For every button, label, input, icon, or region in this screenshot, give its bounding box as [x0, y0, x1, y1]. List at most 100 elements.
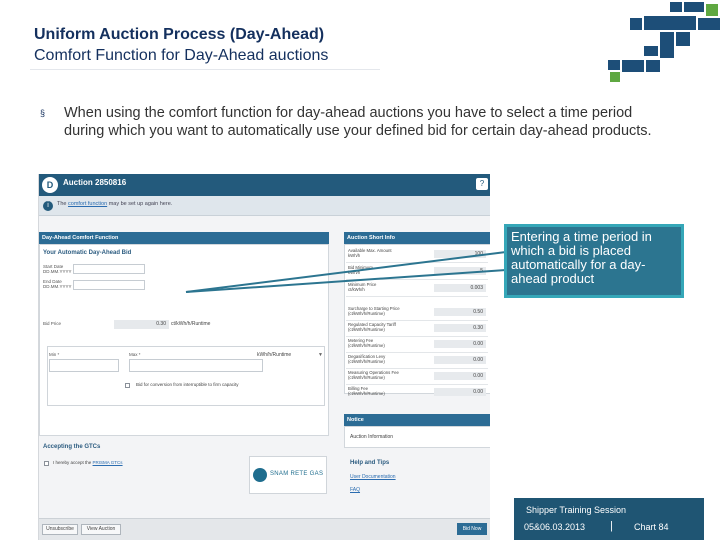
- info-row: Metering Fee (ct/kWh/h/Runtime) 0.00: [346, 336, 488, 353]
- conversion-label: Bid for conversion from interruptible to…: [136, 382, 239, 387]
- partner-name: SNAM RETE GAS: [270, 471, 324, 477]
- app-screenshot: D Auction 2850816 ? i The comfort functi…: [38, 174, 490, 540]
- info-row-label: Surcharge to Starting Price (ct/kWh/h/Ru…: [348, 306, 400, 316]
- bid-now-button[interactable]: Bid Now: [457, 523, 487, 535]
- bid-price-label: Bid Price: [43, 321, 62, 326]
- unsubscribe-button[interactable]: Unsubscribe: [42, 524, 78, 535]
- info-row-label: Bid Minimum kWh/h: [348, 265, 373, 275]
- unit-select[interactable]: kWh/h/Runtime ▼: [257, 352, 323, 361]
- info-row: Measuring Operations Fee (ct/kWh/h/Runti…: [346, 368, 488, 385]
- callout-text: Entering a time period in which a bid is…: [511, 229, 652, 286]
- notice-text: Auction Information: [350, 434, 394, 440]
- help-tips-heading: Help and Tips: [350, 460, 390, 466]
- info-row-value: 0.50: [434, 308, 486, 316]
- end-date-label: End Date DD.MM.YYYY: [43, 279, 72, 289]
- footer-page-number: Chart 84: [634, 522, 669, 532]
- info-bar: i The comfort function may be set up aga…: [39, 196, 490, 216]
- logo-block: [630, 18, 642, 30]
- info-icon: i: [43, 201, 53, 211]
- gtc-text: I hereby accept the PRISMA GTCs: [53, 460, 123, 465]
- logo-block: [646, 60, 660, 72]
- logo-block: [622, 60, 644, 72]
- partner-mark-icon: [253, 468, 267, 482]
- user-documentation-link[interactable]: User Documentation: [350, 474, 396, 480]
- help-icon[interactable]: ?: [476, 178, 488, 190]
- logo-block: [684, 2, 704, 12]
- info-row: Regulated Capacity Tariff (ct/kWh/h/Runt…: [346, 320, 488, 337]
- logo-block: [670, 2, 682, 12]
- comfort-function-panel-header: Day-Ahead Comfort Function: [39, 232, 329, 244]
- company-logo: [608, 2, 720, 82]
- gtc-link[interactable]: PRISMA GTCs: [93, 460, 123, 465]
- bullet-marker: §: [40, 108, 46, 118]
- info-row-value: 0.00: [434, 340, 486, 348]
- gtc-heading: Accepting the GTCs: [43, 444, 101, 450]
- info-row-label: Minimum Price ct/kWh/h: [348, 282, 377, 292]
- bid-price-value[interactable]: 0.30: [114, 320, 169, 329]
- info-row: Bid Minimum kWh/h 5: [346, 263, 488, 280]
- info-row: Surcharge to Starting Price (ct/kWh/h/Ru…: [346, 304, 488, 321]
- info-row-value: 5: [434, 267, 486, 275]
- view-auction-button[interactable]: View Auction: [81, 524, 121, 535]
- info-row-label: Available Max. Amount kWh/h: [348, 248, 392, 258]
- info-row-label: Measuring Operations Fee (ct/kWh/h/Runti…: [348, 370, 399, 380]
- auction-title: Auction 2850816: [63, 178, 127, 187]
- automatic-bid-heading: Your Automatic Day-Ahead Bid: [43, 250, 132, 256]
- start-date-label: Start Date DD.MM.YYYY: [43, 264, 72, 274]
- max-label: Max *: [129, 352, 141, 357]
- info-row: Minimum Price ct/kWh/h 0.003: [346, 280, 488, 297]
- app-footer-bar: Unsubscribe View Auction Bid Now: [39, 518, 490, 540]
- info-text-pre: The: [57, 201, 67, 207]
- info-row-label: Regulated Capacity Tariff (ct/kWh/h/Runt…: [348, 322, 396, 332]
- app-logo-icon: D: [42, 177, 58, 193]
- logo-block: [698, 18, 720, 30]
- logo-block: [644, 46, 658, 56]
- info-row: Available Max. Amount kWh/h 100: [346, 246, 488, 263]
- app-header: D Auction 2850816 ?: [39, 174, 490, 196]
- auction-short-info-header: Auction Short Info: [344, 232, 490, 244]
- notice-header: Notice: [344, 414, 490, 426]
- logo-block: [610, 72, 620, 82]
- logo-block: [644, 16, 696, 30]
- gtc-checkbox[interactable]: [44, 461, 49, 466]
- faq-link[interactable]: FAQ: [350, 487, 360, 493]
- end-date-input[interactable]: [73, 280, 145, 290]
- slide-title: Uniform Auction Process (Day-Ahead): [34, 26, 325, 43]
- info-row-value: 0.00: [434, 372, 486, 380]
- callout-box: Entering a time period in which a bid is…: [504, 224, 684, 298]
- bid-price-unit: ct/kWh/h/Runtime: [171, 321, 211, 327]
- slide-subtitle: Comfort Function for Day-Ahead auctions: [34, 47, 329, 64]
- comfort-function-link[interactable]: comfort function: [68, 201, 107, 207]
- info-row: Billing Fee (ct/kWh/h/Runtime) 0.00: [346, 384, 488, 401]
- max-input[interactable]: [129, 359, 263, 372]
- chevron-down-icon: ▼: [318, 352, 323, 358]
- footer-separator: |: [610, 520, 613, 532]
- start-date-input[interactable]: [73, 264, 145, 274]
- header-divider: [30, 69, 380, 70]
- logo-block: [660, 32, 674, 58]
- footer-session: Shipper Training Session: [526, 505, 627, 515]
- info-row-value: 0.30: [434, 324, 486, 332]
- info-row-value: 100: [434, 250, 486, 258]
- gtc-text-pre: I hereby accept the: [53, 460, 92, 465]
- info-row-value: 0.00: [434, 356, 486, 364]
- info-row: Degasification Levy (ct/kWh/h/Runtime) 0…: [346, 352, 488, 369]
- info-row-label: Metering Fee (ct/kWh/h/Runtime): [348, 338, 385, 348]
- info-message: The comfort function may be set up again…: [57, 201, 172, 207]
- conversion-checkbox[interactable]: [125, 383, 130, 388]
- slide-footer: Shipper Training Session 05&06.03.2013 |…: [514, 498, 704, 540]
- min-input[interactable]: [49, 359, 119, 372]
- logo-block: [676, 32, 690, 46]
- info-row-label: Billing Fee (ct/kWh/h/Runtime): [348, 386, 385, 396]
- logo-block: [706, 4, 718, 16]
- min-label: Min *: [49, 352, 60, 357]
- footer-date: 05&06.03.2013: [524, 522, 586, 532]
- info-text-post: may be set up again here.: [108, 201, 173, 207]
- info-row-value: 0.00: [434, 388, 486, 396]
- unit-option: kWh/h/Runtime: [257, 352, 292, 358]
- partner-logo: SNAM RETE GAS: [249, 456, 327, 494]
- info-row-label: Degasification Levy (ct/kWh/h/Runtime): [348, 354, 386, 364]
- logo-block: [608, 60, 620, 70]
- bullet-text: When using the comfort function for day-…: [64, 105, 652, 139]
- info-row-value: 0.003: [434, 284, 486, 292]
